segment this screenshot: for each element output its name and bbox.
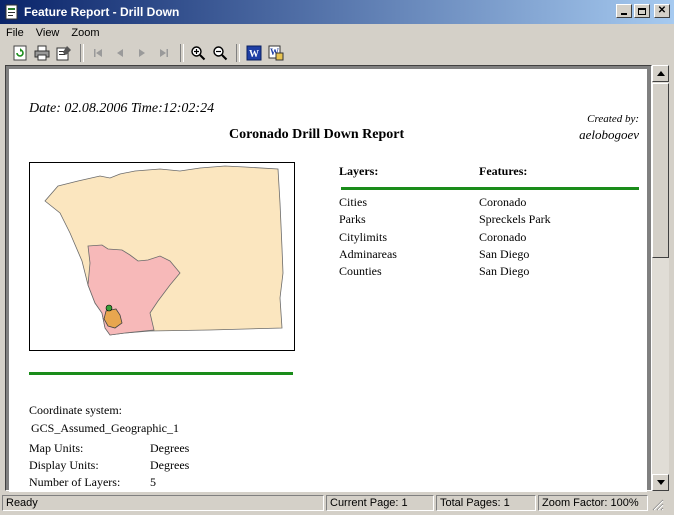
print-icon — [34, 45, 50, 61]
feature-name: Coronado — [479, 230, 527, 244]
highlight-point — [105, 304, 113, 312]
table-row: Cities Coronado — [339, 195, 639, 211]
feature-name: San Diego — [479, 264, 530, 278]
scroll-down-button[interactable] — [652, 474, 669, 491]
table-row: Adminareas San Diego — [339, 247, 639, 263]
refresh-button[interactable] — [10, 43, 30, 63]
feature-name: San Diego — [479, 247, 530, 261]
table-row: Citylimits Coronado — [339, 230, 639, 246]
next-page-button[interactable] — [132, 43, 152, 63]
window-title: Feature Report - Drill Down — [24, 5, 180, 19]
layer-name: Adminareas — [339, 247, 397, 261]
maximize-icon — [638, 7, 646, 15]
layers-header: Layers: — [339, 164, 379, 178]
zoom-out-icon — [213, 46, 228, 61]
status-ready: Ready — [2, 495, 324, 511]
layer-name: Parks — [339, 212, 366, 226]
layer-name: Citylimits — [339, 230, 388, 244]
export-word-icon: W — [246, 45, 262, 61]
refresh-icon — [13, 45, 27, 61]
prev-page-icon — [117, 49, 123, 57]
print-button[interactable] — [32, 43, 52, 63]
status-current-page: Current Page: 1 — [326, 495, 434, 511]
export-wordpad-button[interactable]: W — [266, 43, 286, 63]
arrow-up-icon — [656, 71, 665, 76]
close-icon: ✕ — [657, 5, 667, 16]
status-zoom: Zoom Factor: 100% — [538, 495, 648, 511]
created-by-name: aelobogoev — [579, 127, 639, 142]
menu-view[interactable]: View — [30, 27, 66, 39]
last-page-button[interactable] — [154, 43, 174, 63]
overview-map — [44, 165, 284, 336]
vertical-scrollbar[interactable] — [652, 65, 669, 491]
display-units-label: Display Units: — [29, 458, 99, 472]
display-units-value: Degrees — [150, 458, 190, 472]
export-wordpad-icon: W — [268, 45, 284, 61]
last-page-icon — [160, 49, 168, 57]
menu-zoom[interactable]: Zoom — [65, 27, 105, 39]
table-row: Counties San Diego — [339, 264, 639, 280]
scroll-up-button[interactable] — [652, 65, 669, 82]
toolbar-separator — [236, 44, 240, 62]
report-app-icon — [5, 4, 18, 20]
menu-bar: File View Zoom — [0, 24, 674, 42]
num-layers-value: 5 — [150, 475, 156, 489]
first-page-button[interactable] — [88, 43, 108, 63]
arrow-down-icon — [656, 480, 665, 485]
table-row: Parks Spreckels Park — [339, 212, 639, 228]
feature-name: Spreckels Park — [479, 212, 551, 226]
zoom-in-button[interactable] — [188, 43, 208, 63]
export-word-button[interactable]: W — [244, 43, 264, 63]
toolbar-separator — [180, 44, 184, 62]
scroll-thumb[interactable] — [652, 83, 669, 258]
report-page: Date: 02.08.2006 Time:12:02:24 Created b… — [9, 69, 647, 492]
feature-name: Coronado — [479, 195, 527, 209]
first-page-icon — [94, 49, 102, 57]
toolbar-separator — [80, 44, 84, 62]
county-shape — [44, 165, 284, 336]
page-setup-button[interactable] — [54, 43, 74, 63]
map-divider — [29, 372, 293, 375]
menu-file[interactable]: File — [0, 27, 30, 39]
map-units-label: Map Units: — [29, 441, 84, 455]
prev-page-button[interactable] — [110, 43, 130, 63]
report-title: Coronado Drill Down Report — [229, 127, 405, 142]
coord-system-value: GCS_Assumed_Geographic_1 — [31, 421, 179, 435]
zoom-in-icon — [191, 46, 206, 61]
zoom-out-button[interactable] — [210, 43, 230, 63]
maximize-button[interactable] — [634, 4, 650, 18]
table-divider — [341, 187, 639, 190]
map-units-value: Degrees — [150, 441, 190, 455]
minimize-button[interactable] — [616, 4, 632, 18]
next-page-icon — [139, 49, 145, 57]
map-frame — [29, 162, 295, 351]
coord-system-label: Coordinate system: — [29, 403, 122, 417]
toolbar: W W — [0, 42, 674, 64]
svg-text:W: W — [249, 49, 259, 60]
title-bar: Feature Report - Drill Down ✕ — [0, 0, 674, 24]
page-setup-icon — [56, 46, 71, 61]
close-button[interactable]: ✕ — [654, 4, 670, 18]
layer-name: Counties — [339, 264, 382, 278]
status-total-pages: Total Pages: 1 — [436, 495, 536, 511]
report-date: Date: 02.08.2006 Time:12:02:24 — [29, 101, 215, 116]
report-viewer: Date: 02.08.2006 Time:12:02:24 Created b… — [5, 65, 652, 492]
created-by-label: Created by: — [587, 113, 639, 125]
features-header: Features: — [479, 164, 528, 178]
status-bar: Ready Current Page: 1 Total Pages: 1 Zoo… — [0, 493, 674, 513]
minimize-icon — [621, 12, 627, 15]
layer-name: Cities — [339, 195, 368, 209]
resize-grip-icon[interactable] — [650, 497, 664, 511]
num-layers-label: Number of Layers: — [29, 475, 121, 489]
